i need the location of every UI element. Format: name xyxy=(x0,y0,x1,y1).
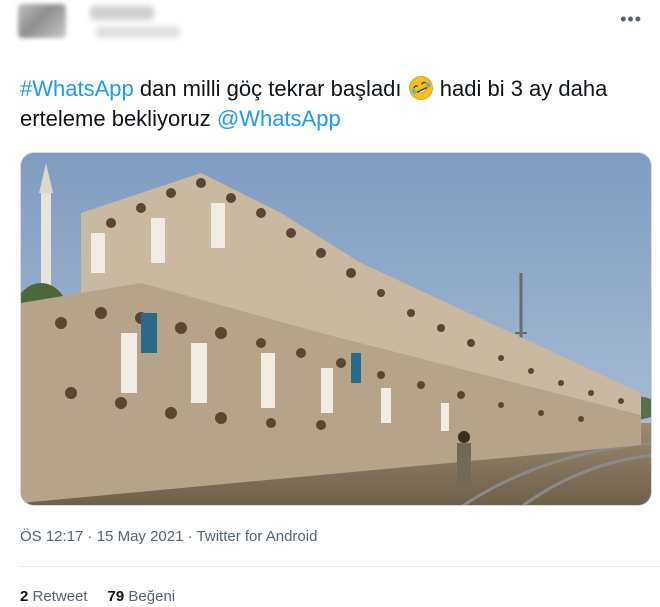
avatar[interactable] xyxy=(18,4,66,38)
retweets-stat[interactable]: 2 Retweet xyxy=(20,588,88,605)
hashtag-link[interactable]: #WhatsApp xyxy=(20,76,134,101)
display-name-redacted[interactable] xyxy=(90,6,154,20)
tweet-text: #WhatsApp dan milli göç tekrar başladı h… xyxy=(20,74,640,134)
tweet-photo[interactable] xyxy=(20,152,652,506)
likes-label: Beğeni xyxy=(128,588,176,605)
tweet-text-segment-1: dan milli göç tekrar başladı xyxy=(133,76,408,101)
tweet-stats: 2 Retweet 79 Beğeni xyxy=(20,588,175,605)
tweet-time[interactable]: ÖS 12:17 xyxy=(20,528,83,545)
retweets-count: 2 xyxy=(20,588,29,605)
meta-separator: · xyxy=(183,528,197,545)
mention-link[interactable]: @WhatsApp xyxy=(217,106,341,131)
divider xyxy=(20,566,660,567)
likes-stat[interactable]: 79 Beğeni xyxy=(108,588,176,605)
tweet-source[interactable]: Twitter for Android xyxy=(197,528,318,545)
rolling-on-floor-laughing-emoji-icon xyxy=(408,76,433,100)
more-options-icon[interactable]: ••• xyxy=(620,10,642,28)
tweet-date[interactable]: 15 May 2021 xyxy=(97,528,184,545)
username-redacted[interactable] xyxy=(96,26,180,38)
meta-separator: · xyxy=(83,528,97,545)
retweets-label: Retweet xyxy=(32,588,88,605)
train-crowd-photo-icon xyxy=(21,153,651,505)
tweet-metadata: ÖS 12:17 · 15 May 2021 · Twitter for And… xyxy=(20,528,317,545)
likes-count: 79 xyxy=(107,588,125,605)
tweet-header: ••• xyxy=(0,0,660,50)
